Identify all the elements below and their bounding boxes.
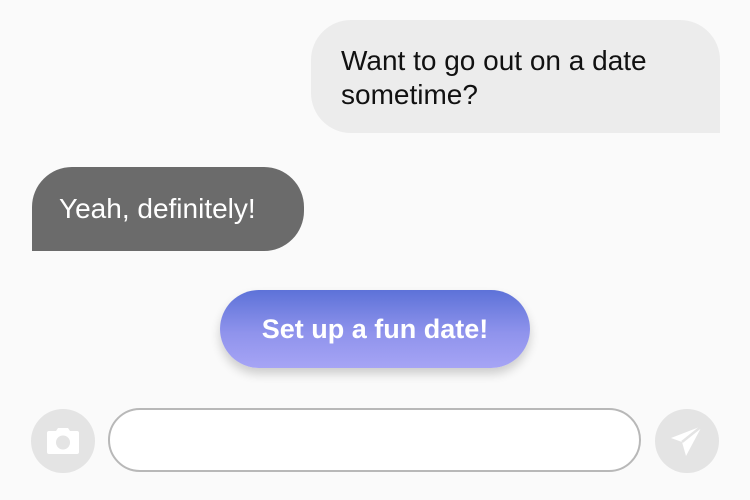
sent-message-bubble: Want to go out on a date sometime? (311, 20, 720, 133)
chat-screen: Want to go out on a date sometime? Yeah,… (0, 0, 750, 500)
send-button[interactable] (655, 409, 719, 473)
send-icon (671, 425, 703, 456)
message-input[interactable] (108, 408, 641, 472)
received-message-bubble: Yeah, definitely! (32, 167, 304, 251)
camera-button[interactable] (31, 409, 95, 473)
camera-icon (47, 428, 79, 454)
set-up-date-button[interactable]: Set up a fun date! (220, 290, 530, 368)
